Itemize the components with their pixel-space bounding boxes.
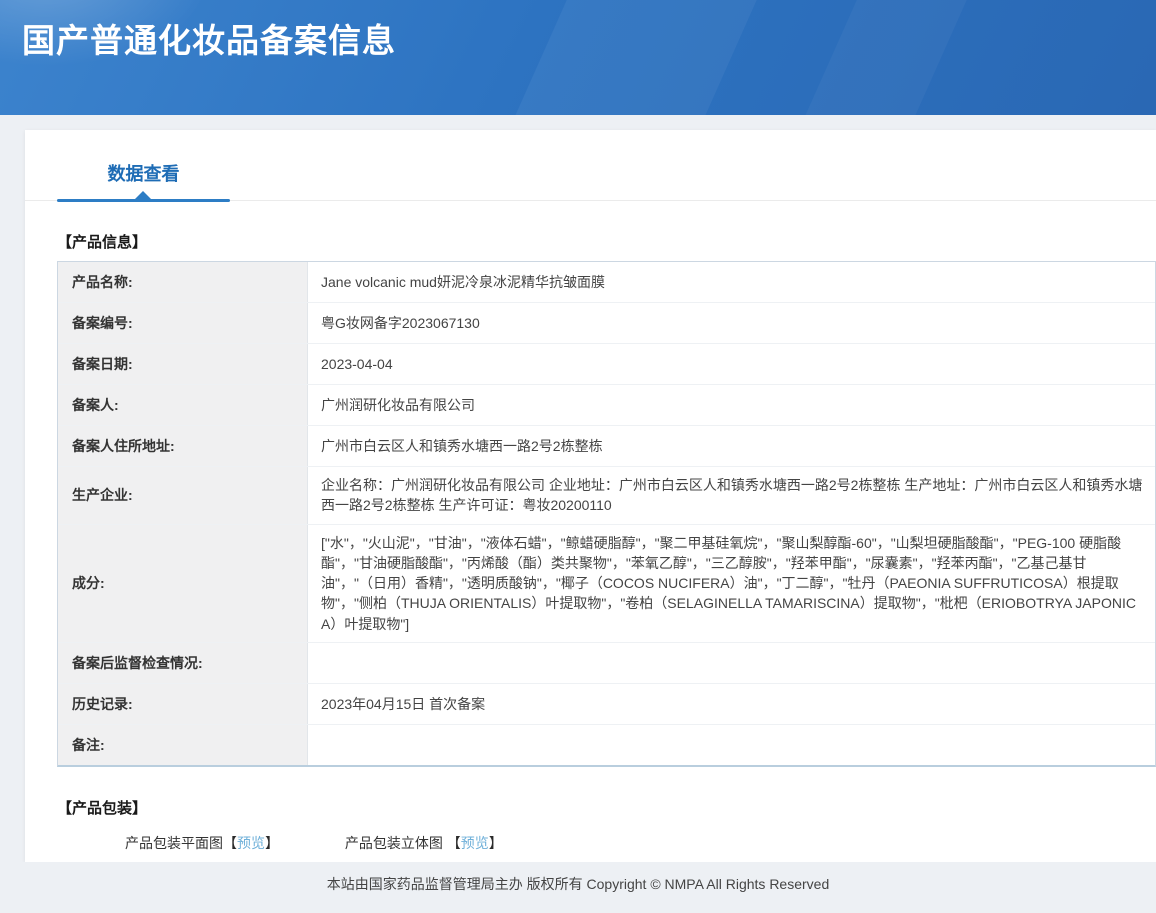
- table-row: 历史记录:2023年04月15日 首次备案: [58, 684, 1155, 725]
- tab-bar: 数据查看: [25, 160, 1156, 201]
- table-row-label: 历史记录:: [58, 684, 308, 724]
- product-info-table: 产品名称:Jane volcanic mud妍泥冷泉冰泥精华抗皱面膜备案编号:粤…: [57, 261, 1156, 767]
- table-row-value: 企业名称：广州润研化妆品有限公司 企业地址：广州市白云区人和镇秀水塘西一路2号2…: [308, 467, 1155, 524]
- tab-divider: [25, 200, 1156, 201]
- page-footer: 本站由国家药品监督管理局主办 版权所有 Copyright © NMPA All…: [0, 862, 1156, 913]
- table-row-label: 生产企业:: [58, 467, 308, 524]
- content-panel: 数据查看 【产品信息】 产品名称:Jane volcanic mud妍泥冷泉冰泥…: [25, 130, 1156, 862]
- packaging-links-row: 产品包装平面图【预览】 产品包装立体图 【预览】: [125, 833, 1156, 853]
- table-row-label: 备案日期:: [58, 344, 308, 384]
- table-row: 备案后监督检查情况:: [58, 643, 1155, 684]
- table-row-value: ["水"，"火山泥"，"甘油"，"液体石蜡"，"鲸蜡硬脂醇"，"聚二甲基硅氧烷"…: [308, 525, 1155, 642]
- active-tab-pointer-icon: [135, 191, 151, 199]
- table-row-value: 广州市白云区人和镇秀水塘西一路2号2栋整栋: [308, 426, 1155, 466]
- table-row: 备注:: [58, 725, 1155, 765]
- active-tab-underline: [57, 199, 230, 202]
- table-row-value: [308, 643, 1155, 683]
- packaging-flat-image-item: 产品包装平面图【预览】: [125, 835, 279, 851]
- table-row-label: 成分:: [58, 525, 308, 642]
- table-row: 产品名称:Jane volcanic mud妍泥冷泉冰泥精华抗皱面膜: [58, 262, 1155, 303]
- packaging-3d-image-item: 产品包装立体图 【预览】: [345, 835, 503, 851]
- page-header: 国产普通化妆品备案信息: [0, 0, 1156, 115]
- table-row-label: 备案人住所地址:: [58, 426, 308, 466]
- table-row: 生产企业:企业名称：广州润研化妆品有限公司 企业地址：广州市白云区人和镇秀水塘西…: [58, 467, 1155, 525]
- table-row-value: [308, 725, 1155, 765]
- table-row: 备案编号:粤G妆网备字2023067130: [58, 303, 1155, 344]
- packaging-3d-preview-link[interactable]: 预览: [461, 835, 489, 851]
- packaging-heading: 【产品包装】: [57, 797, 1156, 818]
- table-row: 备案日期:2023-04-04: [58, 344, 1155, 385]
- table-row: 成分:["水"，"火山泥"，"甘油"，"液体石蜡"，"鲸蜡硬脂醇"，"聚二甲基硅…: [58, 525, 1155, 643]
- table-row-value: 2023-04-04: [308, 344, 1155, 384]
- table-row-label: 备案编号:: [58, 303, 308, 343]
- table-row-label: 备注:: [58, 725, 308, 765]
- table-row: 备案人:广州润研化妆品有限公司: [58, 385, 1155, 426]
- bracket: 【: [447, 835, 461, 851]
- copyright-text: 本站由国家药品监督管理局主办 版权所有 Copyright © NMPA All…: [327, 876, 829, 892]
- page-title: 国产普通化妆品备案信息: [0, 0, 1156, 62]
- table-row-label: 备案后监督检查情况:: [58, 643, 308, 683]
- packaging-3d-image-label: 产品包装立体图: [345, 835, 447, 851]
- table-row: 备案人住所地址:广州市白云区人和镇秀水塘西一路2号2栋整栋: [58, 426, 1155, 467]
- table-row-value: Jane volcanic mud妍泥冷泉冰泥精华抗皱面膜: [308, 262, 1155, 302]
- packaging-flat-preview-link[interactable]: 预览: [237, 835, 265, 851]
- table-row-label: 备案人:: [58, 385, 308, 425]
- bracket: 【: [223, 835, 237, 851]
- table-row-value: 2023年04月15日 首次备案: [308, 684, 1155, 724]
- bracket: 】: [265, 835, 279, 851]
- table-row-value: 粤G妆网备字2023067130: [308, 303, 1155, 343]
- table-row-label: 产品名称:: [58, 262, 308, 302]
- product-info-heading: 【产品信息】: [57, 231, 1156, 252]
- packaging-flat-image-label: 产品包装平面图: [125, 835, 223, 851]
- table-row-value: 广州润研化妆品有限公司: [308, 385, 1155, 425]
- bracket: 】: [489, 835, 503, 851]
